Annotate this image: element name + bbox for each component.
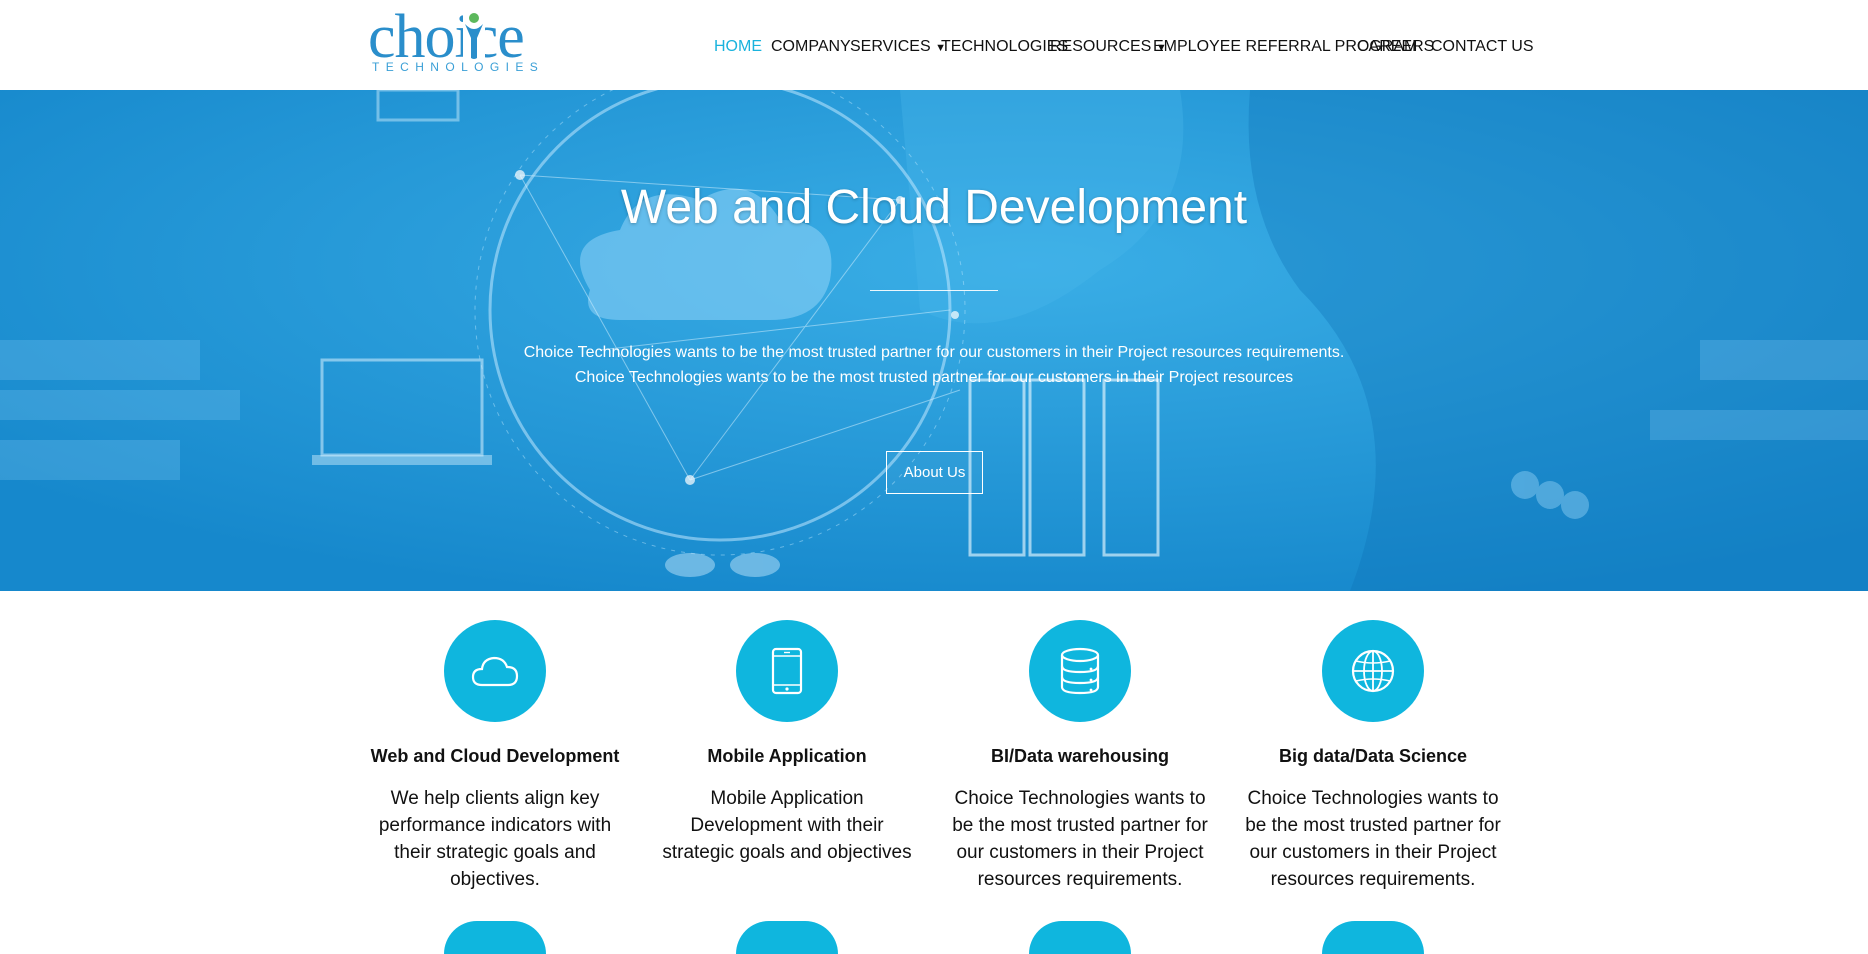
hero-divider <box>870 290 998 291</box>
nav-home-label: HOME <box>714 38 762 55</box>
feature-bi-data: BI/Data warehousing Choice Technologies … <box>945 620 1215 893</box>
feature-description: Choice Technologies wants to be the most… <box>952 788 1208 890</box>
feature-icon-circle <box>736 620 838 722</box>
feature-icon-circle <box>1322 620 1424 722</box>
tablet-icon <box>771 647 803 695</box>
nav-careers-label: CAREERS <box>1357 38 1435 55</box>
nav-company-label: COMPANY <box>771 38 851 55</box>
feature-description: We help clients align key performance in… <box>378 788 612 890</box>
feature-big-data: Big data/Data Science Choice Technologie… <box>1238 620 1508 893</box>
database-icon <box>1060 647 1100 695</box>
feature-web-cloud: Web and Cloud Development We help client… <box>360 620 630 893</box>
logo-figure-icon <box>463 10 485 60</box>
feature-icon-circle-partial <box>1322 921 1424 954</box>
nav-resources[interactable]: RESOURCES ▼ <box>1050 38 1167 56</box>
feature-icon-circle-partial <box>1029 921 1131 954</box>
globe-icon <box>1351 649 1395 693</box>
feature-title: Big data/Data Science <box>1278 746 1468 766</box>
feature-icon-circle-partial <box>444 921 546 954</box>
feature-title: Web and Cloud Development <box>370 746 620 766</box>
hero-background-illustration <box>0 90 1868 591</box>
nav-resources-label: RESOURCES <box>1050 38 1152 55</box>
nav-company[interactable]: COMPANY <box>771 38 851 56</box>
feature-title: Mobile Application <box>707 746 867 766</box>
logo-wordmark: choice <box>368 3 525 71</box>
nav-contact[interactable]: CONTACT US <box>1431 38 1534 56</box>
cloud-icon <box>471 656 519 687</box>
site-logo[interactable]: choice TECHNOLOGIES <box>368 6 538 76</box>
hero-banner: Web and Cloud Development Choice Technol… <box>0 90 1868 591</box>
nav-services[interactable]: SERVICES ▼ <box>850 38 946 56</box>
hero-text-line-2: Choice Technologies wants to be the most… <box>574 369 1294 386</box>
feature-description: Mobile Application Development with thei… <box>662 788 912 863</box>
logo-subtitle: TECHNOLOGIES <box>372 60 545 74</box>
feature-description: Choice Technologies wants to be the most… <box>1245 788 1501 890</box>
site-header: choice TECHNOLOGIES HOME COMPANY SERVICE… <box>0 0 1868 90</box>
feature-icon-circle <box>444 620 546 722</box>
feature-icon-circle-partial <box>736 921 838 954</box>
feature-title: BI/Data warehousing <box>990 746 1170 766</box>
hero-title: Web and Cloud Development <box>620 181 1248 234</box>
about-us-button[interactable]: About Us <box>886 451 983 494</box>
feature-icon-circle <box>1029 620 1131 722</box>
nav-home[interactable]: HOME <box>714 38 762 56</box>
nav-careers[interactable]: CAREERS <box>1357 38 1434 56</box>
hero-text-line-1: Choice Technologies wants to be the most… <box>523 344 1345 361</box>
nav-contact-label: CONTACT US <box>1431 38 1534 55</box>
feature-mobile-app: Mobile Application Mobile Application De… <box>652 620 922 866</box>
nav-services-label: SERVICES <box>850 38 931 55</box>
